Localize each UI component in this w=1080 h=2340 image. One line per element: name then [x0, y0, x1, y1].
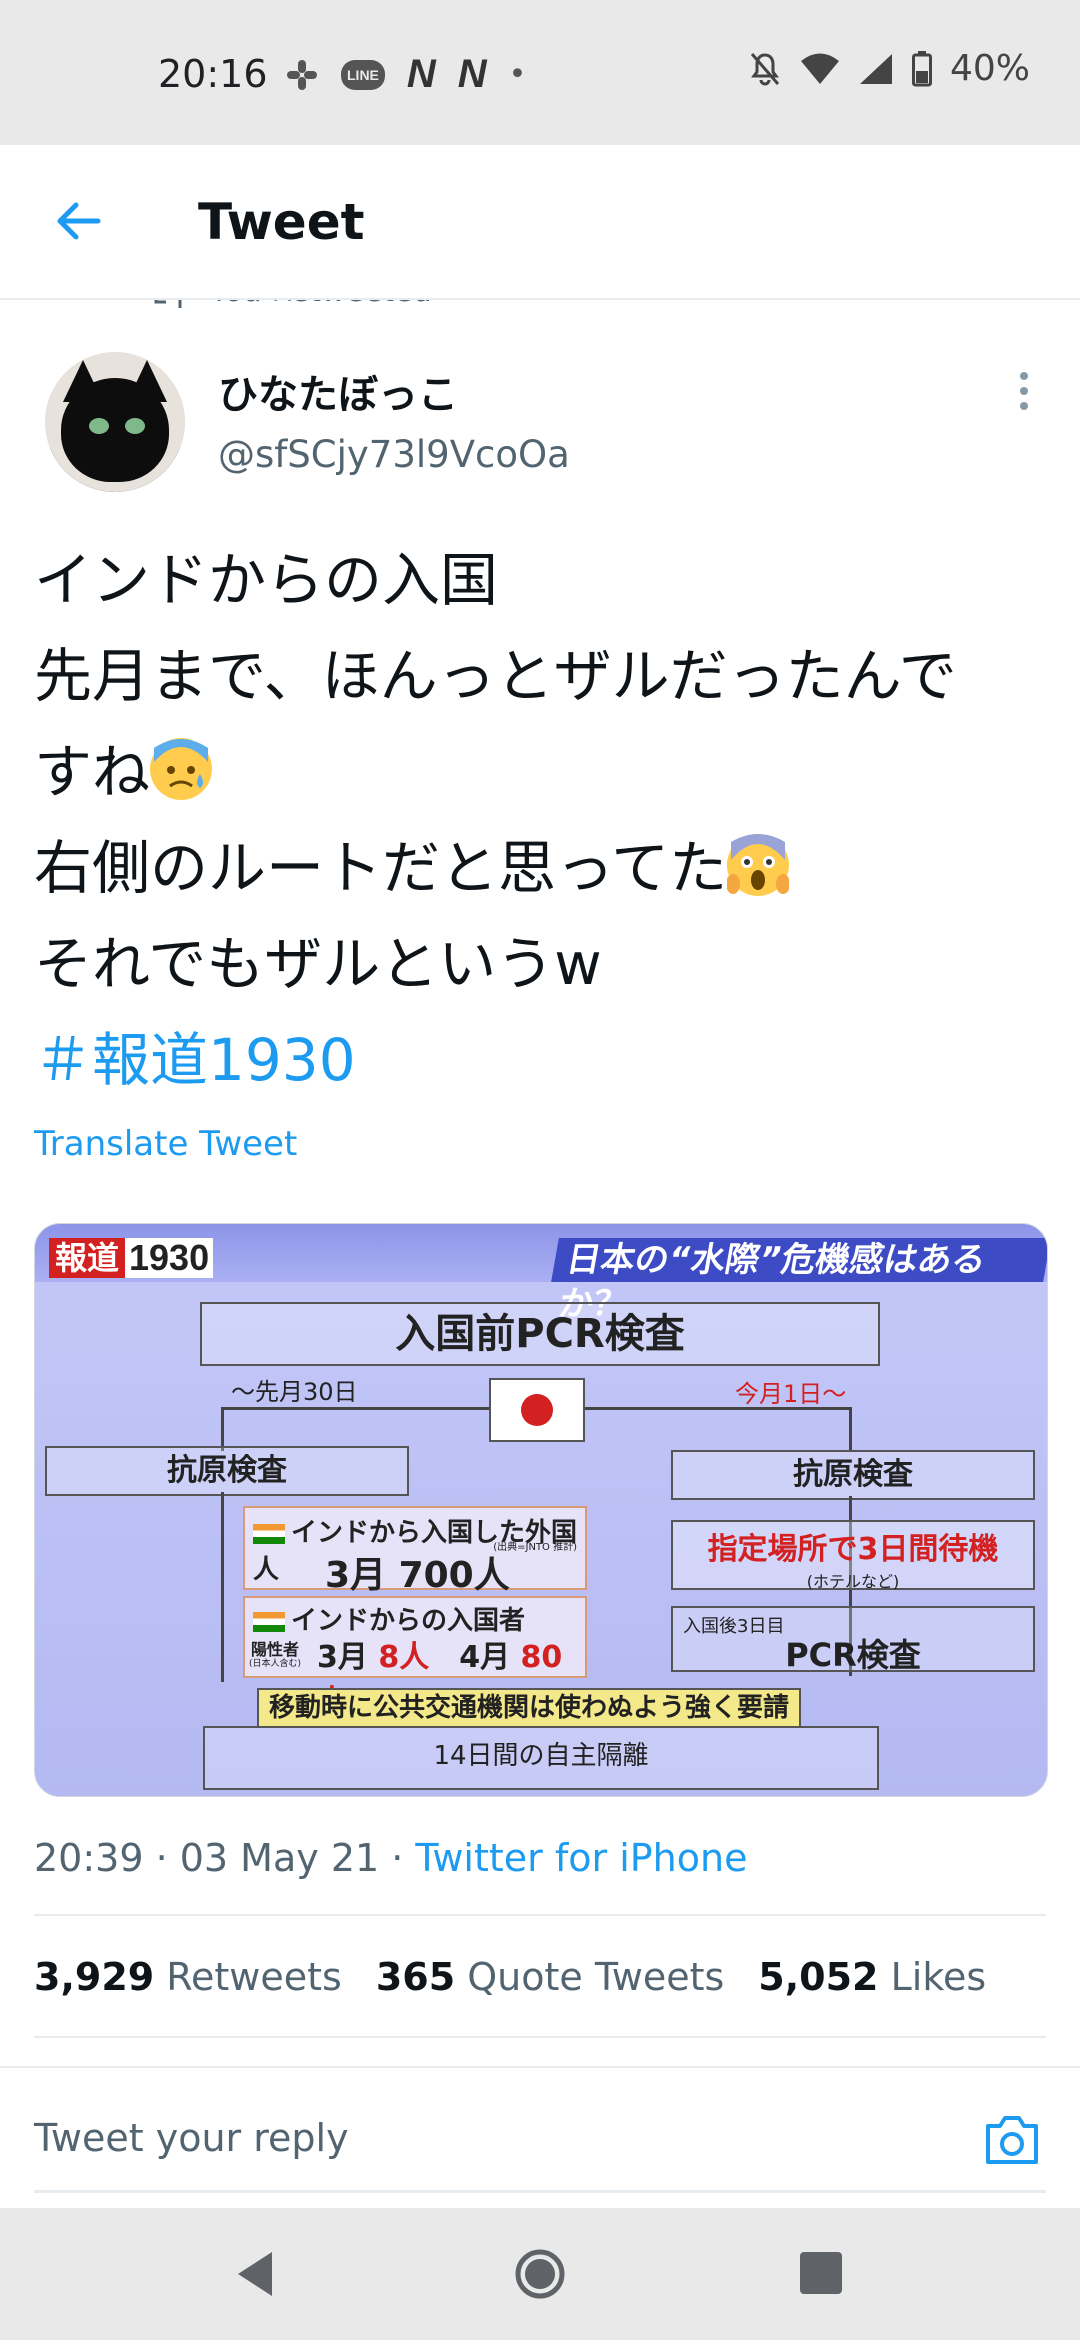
- reply-composer: Tweet your reply: [0, 2066, 1080, 2208]
- hashtag-link[interactable]: ＃報道1930: [34, 1012, 1054, 1108]
- dot-icon: •: [508, 57, 527, 92]
- retweeted-context: You Retweeted: [0, 300, 1080, 312]
- tweet-line: すね: [34, 724, 1054, 820]
- signal-icon: [859, 53, 892, 84]
- wifi-icon: [800, 53, 839, 84]
- divider: [34, 1914, 1046, 1916]
- tweet-media-image[interactable]: 報道 1930 日本の“水際”危機感はあるか？ 入国前PCR検査 〜先月30日 今…: [34, 1223, 1048, 1797]
- status-time: 20:16: [158, 52, 268, 96]
- anxious-sweat-emoji-icon: [150, 738, 213, 800]
- pcr-title-box: 入国前PCR検査: [200, 1302, 880, 1366]
- tweet-line: それでもザルというw: [34, 930, 602, 998]
- netflix-icon: N: [457, 52, 487, 96]
- mute-icon: [750, 52, 780, 85]
- tweet-line: 右側のルートだと思ってた: [34, 820, 1054, 916]
- tweet-timestamp: 20:39 · 03 May 21 · Twitter for iPhone: [34, 1836, 748, 1880]
- author-name[interactable]: ひなたぼっこ: [218, 362, 458, 420]
- left-antigen-box: 抗原検査: [45, 1446, 409, 1496]
- retweets-stat[interactable]: 3,929 Retweets: [34, 1955, 342, 1999]
- retweet-icon: [154, 300, 182, 308]
- back-arrow-icon[interactable]: [52, 195, 104, 247]
- more-options-icon[interactable]: [1012, 370, 1036, 412]
- page-title: Tweet: [198, 193, 365, 251]
- top-app-bar: Tweet: [0, 145, 1080, 300]
- screaming-face-emoji-icon: [727, 834, 790, 896]
- slack-icon: [287, 59, 317, 90]
- request-banner: 移動時に公共交通機関は使わぬよう強く要請: [257, 1688, 801, 1728]
- battery-icon: [911, 50, 932, 86]
- divider: [34, 2036, 1046, 2038]
- netflix-icon: N: [406, 52, 436, 96]
- battery-percent: 40%: [949, 48, 1030, 89]
- home-circle-icon[interactable]: [514, 2248, 566, 2300]
- system-nav-bar: [0, 2208, 1080, 2340]
- likes-stat[interactable]: 5,052 Likes: [758, 1955, 986, 1999]
- notification-icons: LINE N N •: [285, 52, 526, 97]
- tweet-text: インドからの入国 先月まで、ほんっとザルだったんで すね 右側のルートだと思って…: [34, 532, 1054, 1108]
- india-flag-icon: [253, 1611, 285, 1632]
- status-bar: 20:16 LINE N N • 40%: [0, 0, 1080, 145]
- japan-flag-icon: [489, 1378, 585, 1442]
- tv-question-caption: 日本の“水際”危機感はあるか？: [551, 1238, 1047, 1324]
- recents-square-icon[interactable]: [800, 2252, 842, 2294]
- pcr-day3-box: 入国後3日目 PCR検査: [671, 1606, 1035, 1674]
- retweeted-label: You Retweeted: [210, 300, 432, 309]
- author-handle[interactable]: @sfSCjy73l9VcoOa: [218, 433, 570, 476]
- reply-input[interactable]: Tweet your reply: [34, 2116, 349, 2160]
- tweet-stats: 3,929 Retweets 365 Quote Tweets 5,052 Li…: [34, 1955, 986, 1999]
- line-icon: LINE: [341, 59, 385, 90]
- camera-icon[interactable]: [982, 2112, 1042, 2168]
- wait-box: 指定場所で3日間待機 (ホテルなど): [671, 1520, 1035, 1591]
- avatar[interactable]: [45, 352, 185, 492]
- left-date-label: 〜先月30日: [231, 1378, 358, 1406]
- right-antigen-box: 抗原検査: [671, 1450, 1035, 1500]
- tweet-source-link[interactable]: Twitter for iPhone: [415, 1836, 747, 1880]
- quote-tweets-stat[interactable]: 365 Quote Tweets: [376, 1955, 724, 1999]
- back-triangle-icon[interactable]: [232, 2248, 282, 2300]
- tv-program-logo: 報道 1930: [49, 1238, 214, 1278]
- system-icons: 40%: [748, 48, 1030, 89]
- tweet-line: 先月まで、ほんっとザルだったんで: [34, 642, 957, 710]
- entrants-info-box: インドからの入国者 陽性者 (日本人含む) 3月 8人 4月 80人: [243, 1596, 587, 1719]
- translate-tweet-link[interactable]: Translate Tweet: [34, 1124, 297, 1164]
- quarantine-box: 14日間の自主隔離: [203, 1726, 879, 1790]
- foreigners-info-box: インドから入国した外国人 (出典=JNTO 推計) 3月 700人: [243, 1506, 587, 1596]
- right-date-label: 今月1日〜: [735, 1380, 847, 1408]
- tweet-line: インドからの入国: [34, 546, 499, 614]
- india-flag-icon: [253, 1523, 285, 1544]
